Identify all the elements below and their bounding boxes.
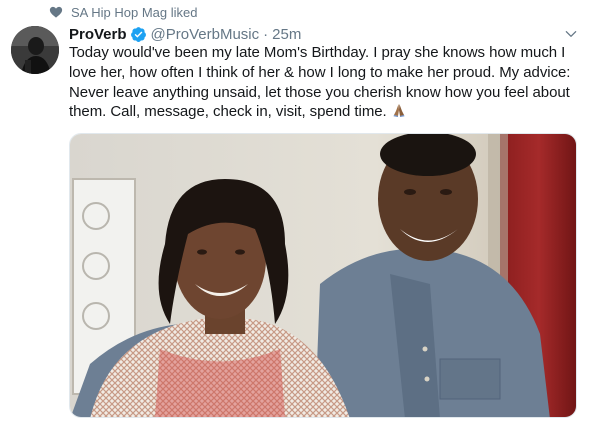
verified-badge-icon [130, 26, 146, 42]
display-name[interactable]: ProVerb [69, 26, 127, 43]
user-handle[interactable]: @ProVerbMusic [151, 26, 260, 43]
timestamp[interactable]: 25m [272, 26, 301, 43]
avatar-image [11, 26, 59, 74]
tweet-header: ProVerb @ProVerbMusic · 25m [69, 24, 580, 44]
heart-icon [49, 6, 63, 18]
avatar[interactable] [11, 26, 59, 74]
photo-image [70, 134, 576, 417]
chevron-down-icon[interactable] [564, 27, 578, 41]
tweet-body: Today would've been my late Mom's Birthd… [69, 44, 571, 121]
pray-emoji-icon [393, 104, 405, 118]
tweet-text: Today would've been my late Mom's Birthd… [69, 43, 584, 122]
tweet-photo[interactable] [69, 133, 577, 418]
social-context-label: SA Hip Hop Mag liked [71, 4, 198, 20]
social-context: SA Hip Hop Mag liked [49, 4, 197, 20]
separator-dot: · [263, 25, 269, 43]
